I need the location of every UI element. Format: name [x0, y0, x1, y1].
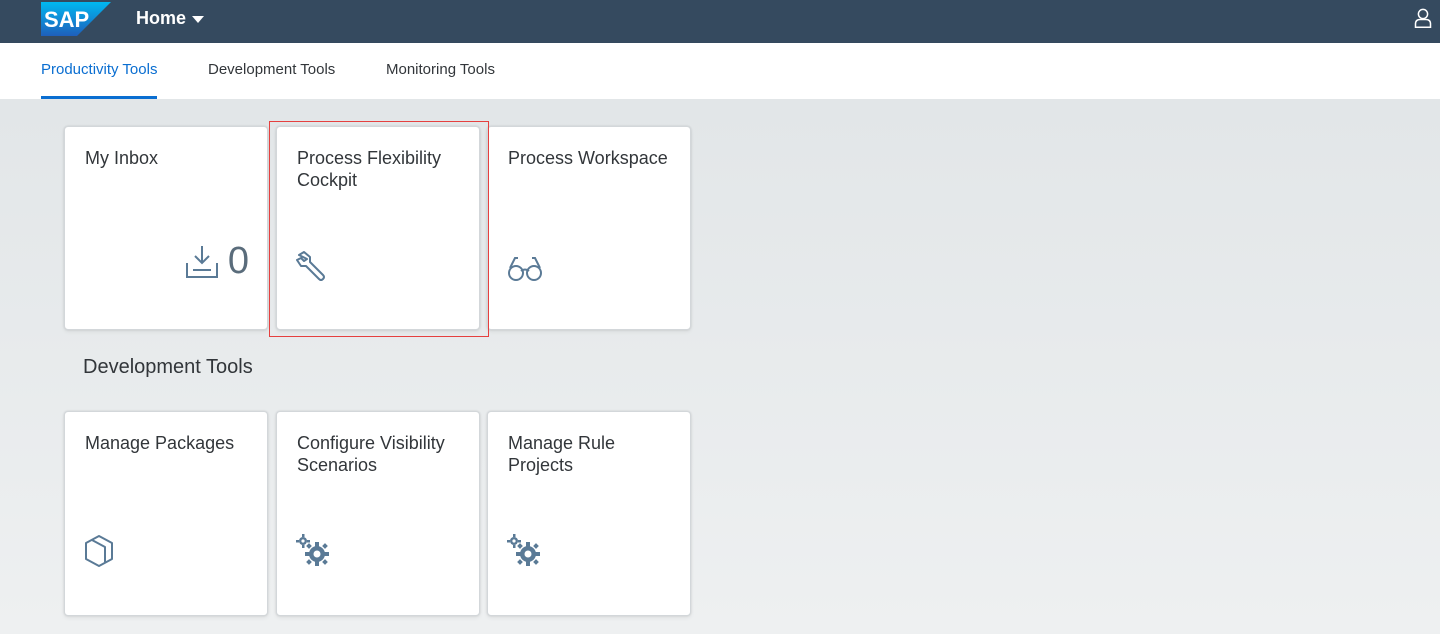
caret-down-icon — [192, 15, 205, 23]
tile-title: Process Workspace — [508, 148, 668, 168]
inbox-count: 0 — [227, 240, 249, 282]
tile-process-flexibility-cockpit[interactable]: Process Flexibility Cockpit — [276, 126, 480, 330]
home-menu[interactable]: Home — [136, 0, 205, 36]
sap-logo[interactable]: SAP — [41, 2, 111, 36]
svg-text:SAP: SAP — [44, 7, 89, 32]
tile-title: Manage Rule Projects — [508, 433, 616, 475]
shell-bar: SAP Home — [0, 0, 1440, 43]
tab-productivity-tools[interactable]: Productivity Tools — [41, 43, 158, 99]
tile-process-workspace[interactable]: Process Workspace — [487, 126, 691, 330]
tab-bar: Productivity Tools Development Tools Mon… — [0, 43, 1440, 99]
person-icon[interactable] — [1414, 8, 1432, 28]
tile-title: Configure Visibility Scenarios — [297, 433, 445, 475]
glasses-icon — [507, 255, 543, 283]
tile-manage-rule-projects[interactable]: Manage Rule Projects — [487, 411, 691, 616]
gears-icon — [507, 534, 543, 568]
tab-monitoring-tools[interactable]: Monitoring Tools — [386, 43, 495, 99]
inbox-download-icon — [185, 244, 219, 280]
tile-my-inbox[interactable]: My Inbox 0 — [64, 126, 268, 330]
group-title-development-tools: Development Tools — [83, 356, 253, 378]
wrench-icon — [296, 250, 328, 282]
package-icon — [84, 534, 114, 568]
tile-configure-visibility-scenarios[interactable]: Configure Visibility Scenarios — [276, 411, 480, 616]
tile-title: Process Flexibility Cockpit — [297, 148, 442, 190]
tab-development-tools[interactable]: Development Tools — [208, 43, 335, 99]
gears-icon — [296, 534, 332, 568]
tile-manage-packages[interactable]: Manage Packages — [64, 411, 268, 616]
tile-title: Manage Packages — [85, 433, 235, 453]
tile-title: My Inbox — [85, 148, 159, 168]
home-title: Home — [136, 7, 187, 28]
launchpad-content: My Inbox 0 Process Flexibility Cockpit P… — [0, 99, 1440, 634]
